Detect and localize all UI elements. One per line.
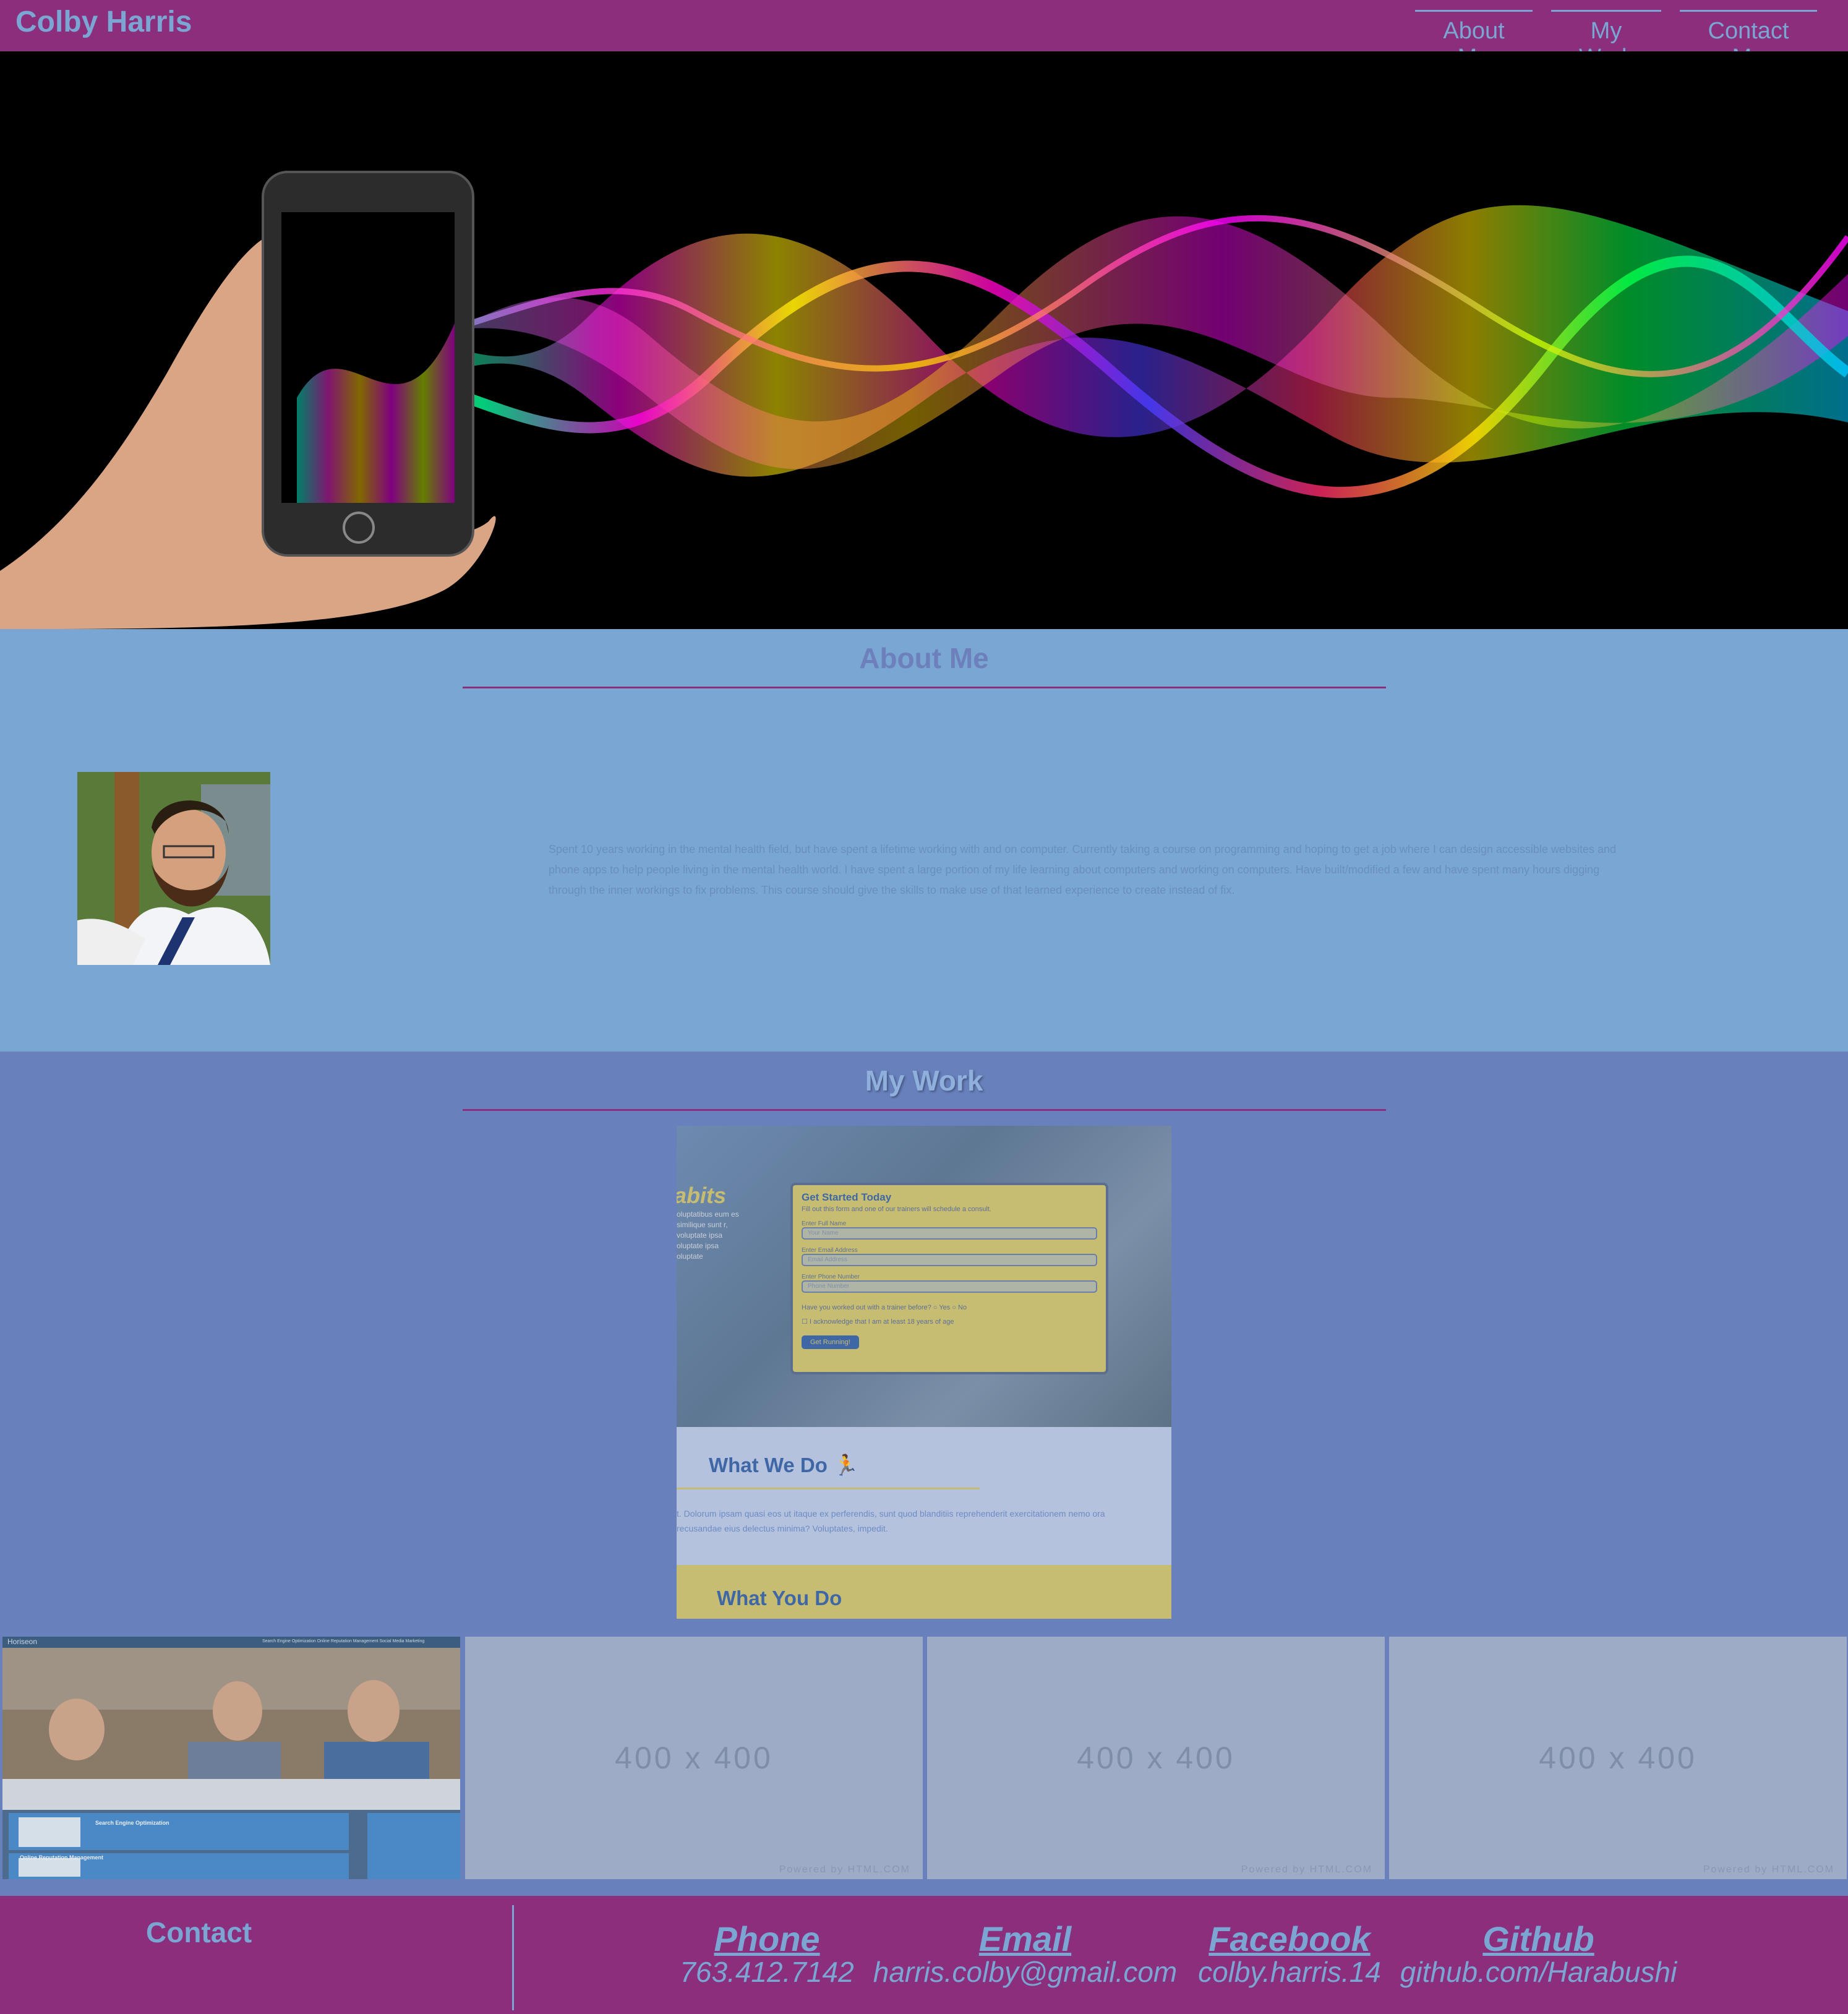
hero-art	[0, 171, 1848, 629]
contact-phone: Phone 763.412.7142	[677, 1921, 857, 1989]
horiseon-orm-heading: Online Reputation Management	[20, 1854, 104, 1861]
contact-phone-label[interactable]: Phone	[677, 1921, 857, 1958]
site-header: Colby Harris About Me My Work Contact Me	[0, 0, 1848, 71]
contact-email: Email harris.colby@gmail.com	[869, 1921, 1181, 1989]
contact-email-label[interactable]: Email	[869, 1921, 1181, 1958]
contact-phone-value: 763.412.7142	[680, 1956, 854, 1988]
project-tile-placeholder-3[interactable]: 400 x 400 Powered by HTML.COM	[927, 1637, 1385, 1879]
phone-input: Phone Number	[802, 1280, 1097, 1293]
work-section: My Work abits oluptatibus eum es similiq…	[0, 1052, 1848, 1896]
ack-text: I acknowledge that I am at least 18 year…	[809, 1318, 954, 1326]
contact-email-value: harris.colby@gmail.com	[873, 1956, 1178, 1988]
what-we-do-text: What We Do	[709, 1454, 828, 1476]
about-section: About Me Spent 10 years working in the m…	[0, 629, 1848, 1052]
about-title: About Me	[859, 642, 989, 674]
hero-image	[0, 51, 1848, 629]
trainer-question-text: Have you worked out with a trainer befor…	[802, 1304, 931, 1311]
work-title-rule	[463, 1109, 1386, 1111]
runner-icon: 🏃	[833, 1454, 859, 1476]
what-we-do-heading: What We Do 🏃	[709, 1454, 858, 1478]
work-title: My Work	[865, 1065, 983, 1097]
email-input: Email Address	[802, 1254, 1097, 1266]
radio-no-label: No	[958, 1304, 967, 1311]
contact-title: Contact	[146, 1916, 252, 1948]
project-gallery: Horiseon Search Engine Optimization Onli…	[0, 1637, 1848, 1879]
radio-yes-icon: ○	[933, 1304, 938, 1311]
contact-facebook: Facebook colby.harris.14	[1194, 1921, 1385, 1989]
what-you-do-heading: What You Do	[717, 1587, 842, 1609]
placeholder-powered: Powered by HTML.COM	[1703, 1864, 1834, 1875]
contact-github-value: github.com/Harabushi	[1400, 1956, 1677, 1988]
horiseon-screenshot	[2, 1637, 460, 1879]
phone-label: Enter Phone Number	[802, 1274, 860, 1280]
profile-photo	[77, 772, 270, 965]
about-title-rule	[463, 687, 1386, 688]
featured-project-screenshot[interactable]: abits oluptatibus eum es similique sunt …	[677, 1126, 1171, 1619]
placeholder-label: 400 x 400	[615, 1741, 773, 1775]
footer-divider	[512, 1905, 514, 2010]
contact-footer: Contact Phone 763.412.7142 Email harris.…	[0, 1896, 1848, 2014]
contact-facebook-label[interactable]: Facebook	[1194, 1921, 1385, 1958]
form-subtitle: Fill out this form and one of our traine…	[802, 1206, 991, 1213]
what-we-do-body: t. Dolorum ipsam quasi eos ut itaque ex …	[677, 1509, 1105, 1533]
contact-github-label[interactable]: Github	[1395, 1921, 1682, 1958]
get-running-button: Get Running!	[802, 1335, 859, 1349]
radio-yes-label: Yes	[939, 1304, 951, 1311]
project-tile-placeholder-2[interactable]: 400 x 400 Powered by HTML.COM	[465, 1637, 923, 1879]
checkbox-icon: ☐	[802, 1318, 808, 1326]
featured-habits-text: oluptatibus eum es similique sunt r, vol…	[677, 1210, 739, 1261]
ack-row: ☐ I acknowledge that I am at least 18 ye…	[802, 1318, 1097, 1326]
project-tile-placeholder-4[interactable]: 400 x 400 Powered by HTML.COM	[1389, 1637, 1847, 1879]
trainer-question: Have you worked out with a trainer befor…	[802, 1304, 1097, 1311]
featured-signup-form: Get Started Today Fill out this form and…	[790, 1183, 1108, 1374]
about-bio: Spent 10 years working in the mental hea…	[549, 843, 1616, 896]
name-label: Enter Full Name	[802, 1220, 847, 1227]
featured-habits-heading: abits	[677, 1183, 727, 1208]
placeholder-powered: Powered by HTML.COM	[779, 1864, 910, 1875]
name-input: Your Name	[802, 1227, 1097, 1240]
placeholder-label: 400 x 400	[1077, 1741, 1235, 1775]
what-we-do-rule	[677, 1488, 980, 1489]
placeholder-label: 400 x 400	[1539, 1741, 1697, 1775]
brand-name[interactable]: Colby Harris	[15, 5, 192, 39]
project-tile-horiseon[interactable]: Horiseon Search Engine Optimization Onli…	[2, 1637, 460, 1879]
contact-facebook-value: colby.harris.14	[1198, 1956, 1381, 1988]
form-title: Get Started Today	[802, 1191, 892, 1203]
horiseon-seo-heading: Search Engine Optimization	[95, 1820, 169, 1826]
email-label: Enter Email Address	[802, 1247, 858, 1254]
contact-github: Github github.com/Harabushi	[1395, 1921, 1682, 1989]
radio-no-icon: ○	[952, 1304, 956, 1311]
horiseon-logo: Horiseon	[7, 1637, 38, 1646]
horiseon-nav: Search Engine Optimization Online Reputa…	[262, 1639, 425, 1643]
placeholder-powered: Powered by HTML.COM	[1241, 1864, 1372, 1875]
